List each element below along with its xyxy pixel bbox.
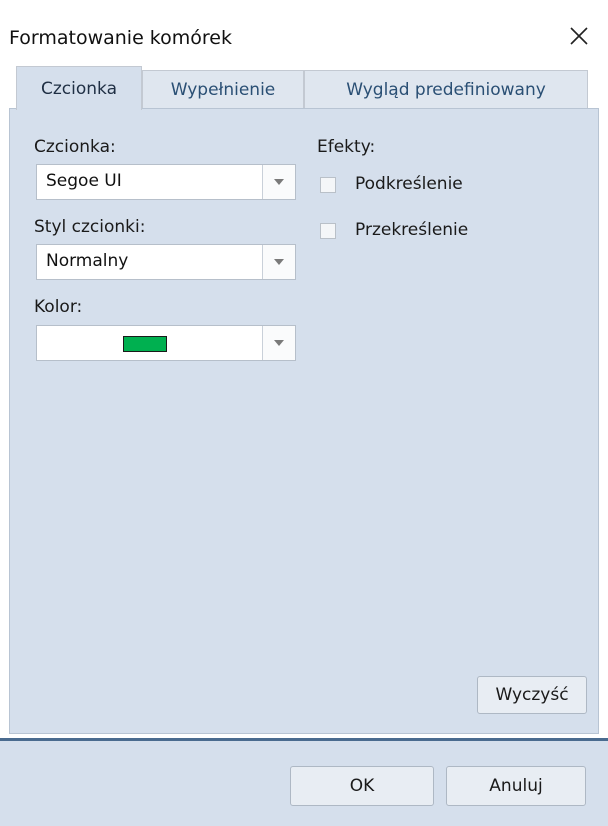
tab-font[interactable]: Czcionka	[16, 66, 142, 110]
format-cells-dialog: Formatowanie komórek Czcionka Wypełnieni…	[0, 0, 608, 826]
dialog-title: Formatowanie komórek	[9, 27, 232, 49]
font-style-combo[interactable]: Normalny	[36, 244, 296, 280]
title-bar: Formatowanie komórek	[0, 0, 608, 64]
ok-button[interactable]: OK	[290, 766, 434, 806]
font-tab-panel: Czcionka: Segoe UI Styl czcionki: Normal…	[9, 108, 599, 734]
tab-predefined-style[interactable]: Wygląd predefiniowany	[304, 70, 588, 108]
tab-fill[interactable]: Wypełnienie	[142, 70, 304, 108]
chevron-down-icon	[274, 340, 284, 346]
clear-button[interactable]: Wyczyść	[477, 676, 587, 714]
font-style-dropdown-button[interactable]	[262, 245, 295, 279]
cancel-button[interactable]: Anuluj	[446, 766, 586, 806]
font-style-value: Normalny	[46, 251, 129, 271]
effects-label: Efekty:	[317, 137, 376, 157]
tab-strip: Czcionka Wypełnienie Wygląd predefiniowa…	[0, 64, 608, 110]
close-button[interactable]	[556, 12, 602, 58]
font-value: Segoe UI	[46, 171, 122, 191]
underline-checkbox[interactable]	[320, 177, 336, 193]
close-icon	[570, 27, 588, 45]
font-dropdown-button[interactable]	[262, 165, 295, 199]
font-combo[interactable]: Segoe UI	[36, 164, 296, 200]
footer-separator	[0, 738, 608, 741]
font-label: Czcionka:	[34, 137, 116, 157]
strikethrough-label: Przekreślenie	[355, 220, 469, 240]
color-label: Kolor:	[34, 297, 83, 317]
color-combo[interactable]	[36, 325, 296, 361]
color-dropdown-button[interactable]	[262, 326, 295, 360]
underline-label: Podkreślenie	[355, 174, 463, 194]
dialog-footer: OK Anuluj	[0, 738, 608, 826]
font-style-label: Styl czcionki:	[34, 217, 146, 237]
color-swatch	[123, 336, 167, 352]
chevron-down-icon	[274, 259, 284, 265]
strikethrough-checkbox[interactable]	[320, 223, 336, 239]
chevron-down-icon	[274, 179, 284, 185]
